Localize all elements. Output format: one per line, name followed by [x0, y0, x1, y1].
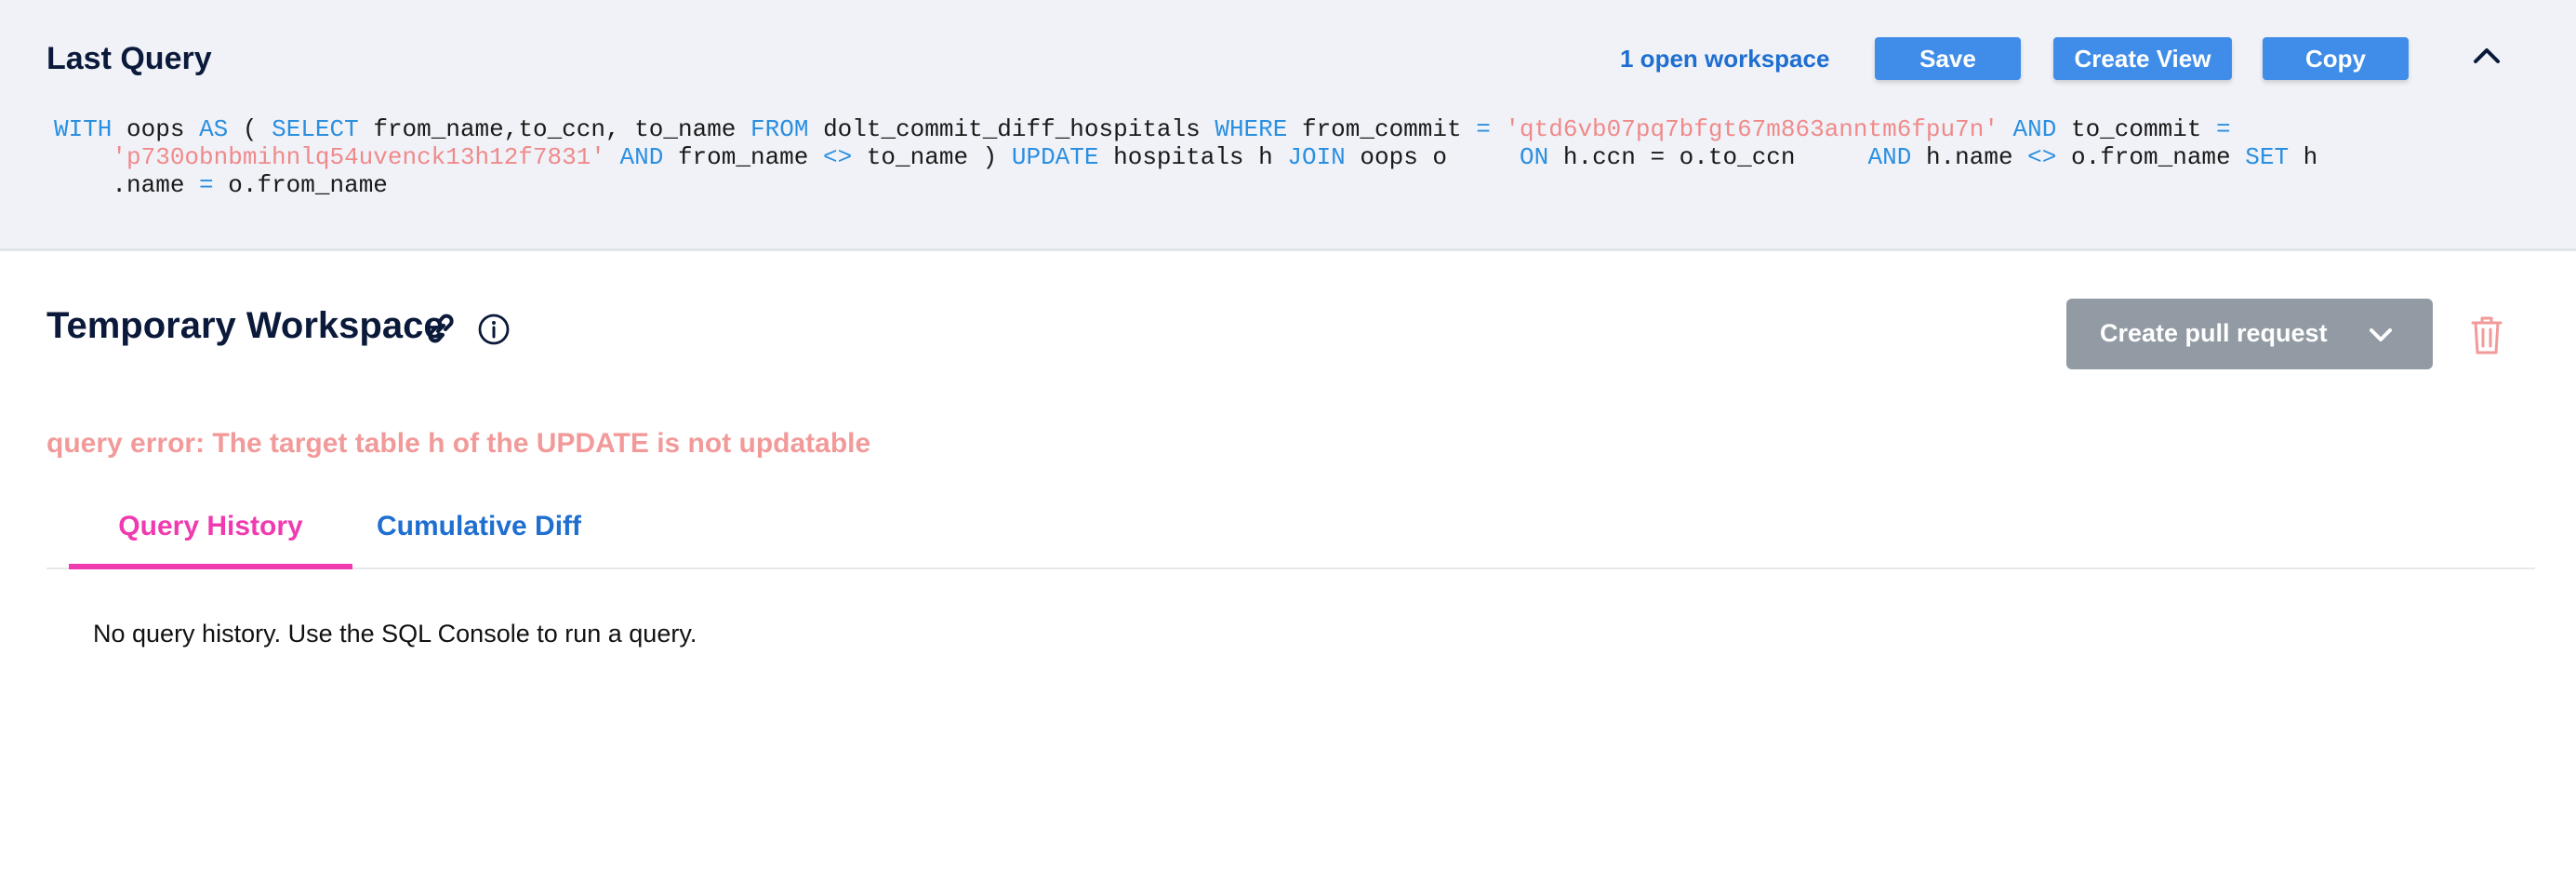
copy-button[interactable]: Copy [2263, 37, 2409, 80]
workspace-title: Temporary Workspace [46, 305, 445, 346]
last-query-panel: Last Query 1 open workspace Save Create … [0, 0, 2576, 251]
sql-query-text: WITH oops AS ( SELECT from_name,to_ccn, … [54, 115, 2318, 199]
info-icon [478, 314, 510, 345]
create-pull-request-label: Create pull request [2100, 319, 2328, 347]
chevron-down-icon[interactable] [2368, 322, 2394, 348]
workspace-tabs: Query History Cumulative Diff [46, 502, 2535, 569]
create-view-button[interactable]: Create View [2053, 37, 2232, 80]
tab-query-history[interactable]: Query History [69, 502, 352, 569]
link-icon[interactable] [423, 311, 458, 346]
empty-history-message: No query history. Use the SQL Console to… [93, 620, 697, 648]
save-button[interactable]: Save [1875, 37, 2021, 80]
query-error-message: query error: The target table h of the U… [46, 428, 871, 459]
trash-icon[interactable] [2470, 314, 2503, 355]
tab-cumulative-diff[interactable]: Cumulative Diff [363, 502, 595, 569]
create-pull-request-button[interactable]: Create pull request [2066, 299, 2433, 369]
chevron-up-icon[interactable] [2470, 39, 2503, 73]
open-workspace-link[interactable]: 1 open workspace [1620, 45, 1829, 73]
last-query-title: Last Query [46, 41, 212, 76]
